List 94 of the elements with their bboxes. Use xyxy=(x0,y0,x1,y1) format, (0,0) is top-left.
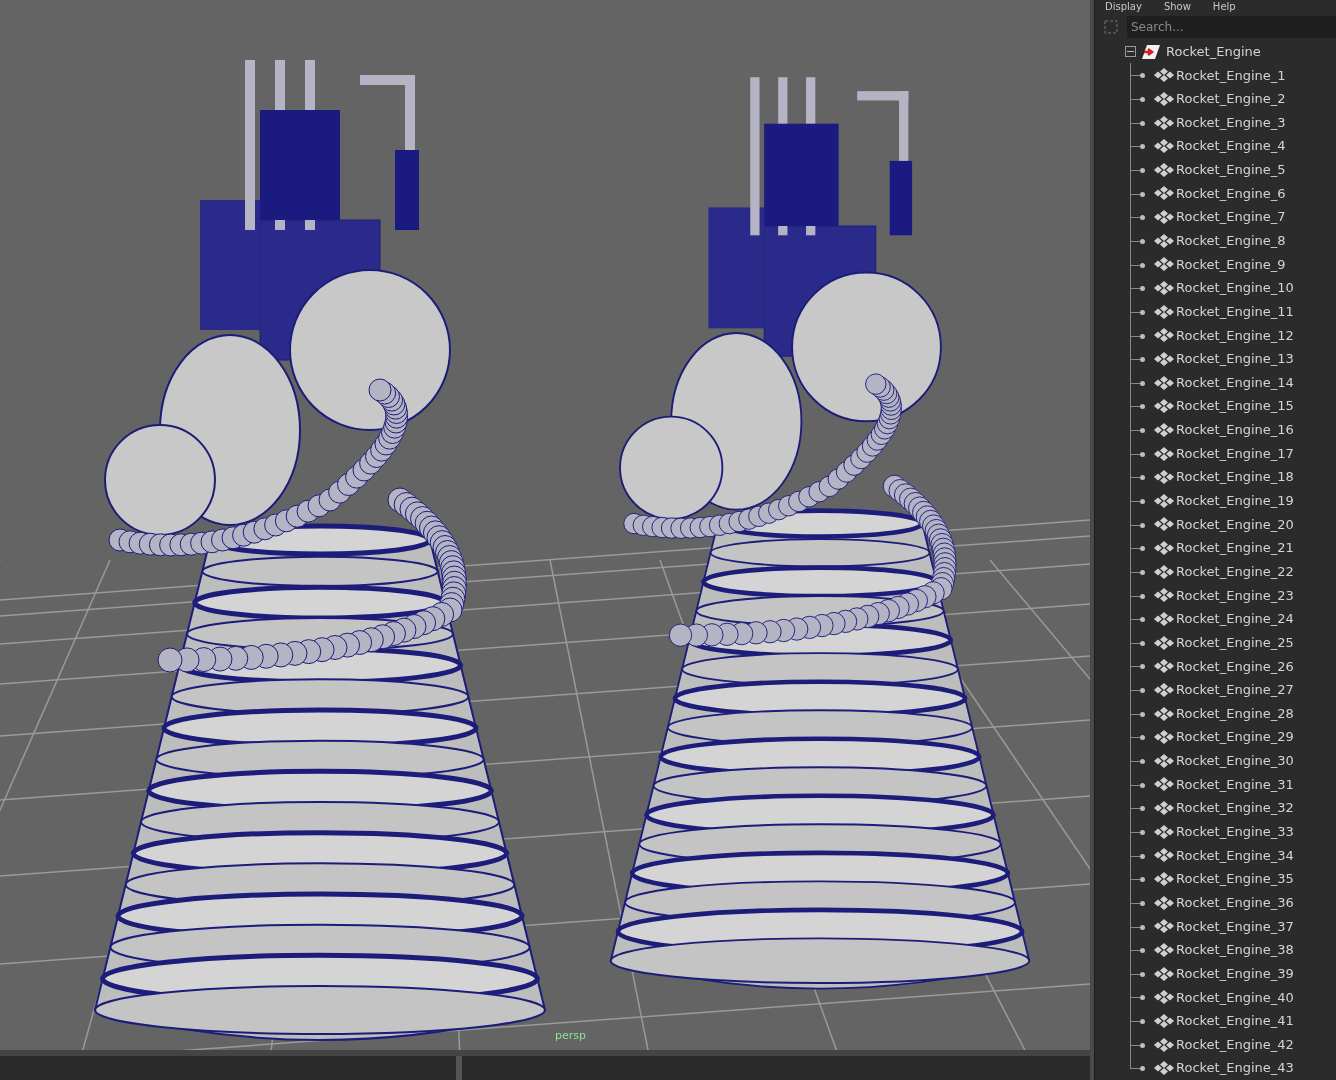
camera-label: persp xyxy=(555,1028,586,1044)
menu-item[interactable]: Show xyxy=(1163,0,1191,13)
diamond-cluster-icon xyxy=(1154,919,1174,934)
diamond-cluster-icon xyxy=(1154,446,1174,461)
diamond-cluster-icon xyxy=(1154,753,1174,768)
outliner-item[interactable]: Rocket_Engine_32 xyxy=(1176,798,1294,818)
outliner-item[interactable]: Rocket_Engine_39 xyxy=(1176,963,1294,984)
outliner-item[interactable]: Rocket_Engine_12 xyxy=(1176,325,1294,346)
outliner-item[interactable]: Rocket_Engine_43 xyxy=(1176,1058,1294,1078)
diamond-cluster-icon xyxy=(1154,91,1174,106)
diamond-cluster-icon xyxy=(1154,68,1174,83)
outliner-item[interactable]: Rocket_Engine_29 xyxy=(1176,727,1294,747)
outliner-item[interactable]: Rocket_Engine_25 xyxy=(1176,632,1294,653)
outliner-item[interactable]: Rocket_Engine_15 xyxy=(1176,396,1294,416)
outliner-item[interactable]: Rocket_Engine_35 xyxy=(1176,869,1294,889)
outliner-item[interactable]: Rocket_Engine_8 xyxy=(1176,231,1286,251)
diamond-cluster-icon xyxy=(1154,139,1174,154)
outliner-item[interactable]: Rocket_Engine_28 xyxy=(1176,703,1294,724)
diamond-cluster-icon xyxy=(1154,564,1174,579)
diamond-cluster-icon xyxy=(1154,1061,1174,1076)
outliner-item[interactable]: Rocket_Engine_9 xyxy=(1176,254,1286,275)
diamond-cluster-icon xyxy=(1154,777,1174,792)
diamond-cluster-icon xyxy=(1154,422,1174,437)
diamond-cluster-icon xyxy=(1154,612,1174,626)
diamond-cluster-icon xyxy=(1154,233,1174,248)
diamond-cluster-icon xyxy=(1154,706,1174,721)
diamond-cluster-icon xyxy=(1154,659,1174,674)
outliner-item[interactable]: Rocket_Engine_40 xyxy=(1176,987,1294,1007)
diamond-cluster-icon xyxy=(1154,942,1174,957)
outliner-item[interactable]: Rocket_Engine_27 xyxy=(1176,680,1294,700)
outliner-item[interactable]: Rocket_Engine_2 xyxy=(1176,89,1286,109)
outliner-item[interactable]: Rocket_Engine_36 xyxy=(1176,892,1294,913)
outliner-item[interactable]: Rocket_Engine_22 xyxy=(1176,561,1294,582)
diamond-cluster-icon xyxy=(1154,848,1174,863)
outliner-item[interactable]: Rocket_Engine_34 xyxy=(1176,845,1294,866)
outliner-item[interactable]: Rocket_Engine_23 xyxy=(1176,585,1294,606)
diamond-cluster-icon xyxy=(1154,872,1174,887)
outliner-item[interactable]: Rocket_Engine_3 xyxy=(1176,112,1286,133)
diamond-cluster-icon xyxy=(1154,304,1174,319)
arrow-flag-icon xyxy=(1142,44,1160,59)
diamond-cluster-icon xyxy=(1154,1037,1174,1052)
menu-item[interactable]: Help xyxy=(1212,0,1236,13)
diamond-cluster-icon xyxy=(1154,281,1174,296)
outliner-item[interactable]: Rocket_Engine_19 xyxy=(1176,491,1294,511)
diamond-cluster-icon xyxy=(1154,328,1174,343)
diamond-cluster-icon xyxy=(1154,895,1174,910)
diamond-cluster-icon xyxy=(1154,470,1174,485)
outliner-item[interactable]: Rocket_Engine_21 xyxy=(1176,538,1294,558)
diamond-cluster-icon xyxy=(1154,399,1174,414)
outliner-item[interactable]: Rocket_Engine_6 xyxy=(1176,183,1286,204)
search-field[interactable]: Search... xyxy=(1127,15,1336,38)
menu-item[interactable]: Display xyxy=(1105,0,1142,13)
collapse-toggle[interactable] xyxy=(1125,46,1136,58)
diamond-cluster-icon xyxy=(1154,730,1174,745)
diamond-cluster-icon xyxy=(1154,541,1174,556)
outliner-item[interactable]: Rocket_Engine_31 xyxy=(1176,774,1294,795)
outliner-item[interactable]: Rocket_Engine_20 xyxy=(1176,514,1294,535)
diamond-cluster-icon xyxy=(1154,801,1174,816)
outliner-item[interactable]: Rocket_Engine_37 xyxy=(1176,916,1294,937)
outliner-item[interactable]: Rocket_Engine_16 xyxy=(1176,420,1294,440)
outliner-item[interactable]: Rocket_Engine_38 xyxy=(1176,940,1294,960)
diamond-cluster-icon xyxy=(1154,493,1174,508)
outliner-item[interactable]: Rocket_Engine_10 xyxy=(1176,278,1294,298)
outliner-item[interactable]: Rocket_Engine_18 xyxy=(1176,467,1294,487)
outliner-item[interactable]: Rocket_Engine_7 xyxy=(1176,207,1286,227)
diamond-cluster-icon xyxy=(1154,966,1174,981)
diamond-cluster-icon xyxy=(1154,162,1174,177)
outliner-item[interactable]: Rocket_Engine_30 xyxy=(1176,751,1294,771)
diamond-cluster-icon xyxy=(1154,517,1174,532)
outliner-item[interactable]: Rocket_Engine_4 xyxy=(1176,136,1286,156)
outliner-item[interactable]: Rocket_Engine_1 xyxy=(1176,65,1286,85)
diamond-cluster-icon xyxy=(1154,682,1174,697)
diamond-cluster-icon xyxy=(1154,375,1174,390)
diamond-cluster-icon xyxy=(1154,635,1174,650)
diamond-cluster-icon xyxy=(1154,990,1174,1005)
outliner-item[interactable]: Rocket_Engine_5 xyxy=(1176,160,1286,180)
outliner-item[interactable]: Rocket_Engine_24 xyxy=(1176,609,1294,629)
outliner-item[interactable]: Rocket_Engine_17 xyxy=(1176,443,1294,464)
outliner-item[interactable]: Rocket_Engine_13 xyxy=(1176,349,1294,369)
outliner-item[interactable]: Rocket_Engine_42 xyxy=(1176,1034,1294,1055)
diamond-cluster-icon xyxy=(1154,588,1174,603)
outliner-item[interactable]: Rocket_Engine xyxy=(1166,41,1261,62)
diamond-cluster-icon xyxy=(1154,824,1174,839)
diamond-cluster-icon xyxy=(1154,1013,1174,1028)
diamond-cluster-icon xyxy=(1154,210,1174,225)
diamond-cluster-icon xyxy=(1154,186,1174,201)
outliner-item[interactable]: Rocket_Engine_41 xyxy=(1176,1011,1294,1031)
outliner-item[interactable]: Rocket_Engine_14 xyxy=(1176,372,1294,393)
outliner-item[interactable]: Rocket_Engine_26 xyxy=(1176,656,1294,677)
diamond-cluster-icon xyxy=(1154,115,1174,130)
outliner-item[interactable]: Rocket_Engine_33 xyxy=(1176,822,1294,842)
outliner-item[interactable]: Rocket_Engine_11 xyxy=(1176,301,1294,322)
diamond-cluster-icon xyxy=(1154,257,1174,272)
diamond-cluster-icon xyxy=(1154,351,1174,366)
